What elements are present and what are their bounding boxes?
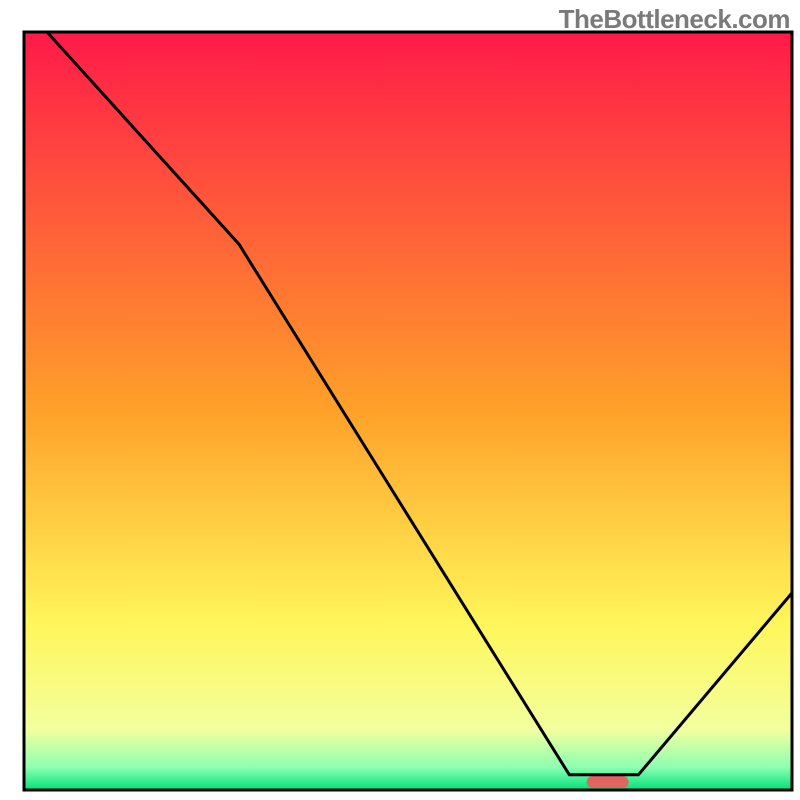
gradient-background — [24, 32, 792, 790]
bottleneck-chart: TheBottleneck.com — [0, 0, 800, 800]
plot-area — [24, 32, 792, 790]
watermark-text: TheBottleneck.com — [559, 4, 790, 35]
chart-svg — [0, 0, 800, 800]
optimal-marker — [587, 776, 629, 788]
